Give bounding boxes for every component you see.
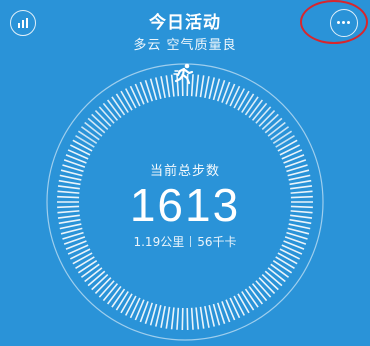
dial-tick [244,96,259,116]
dial-tick [87,270,106,287]
dial-tick [208,77,216,99]
dial-tick [129,297,141,319]
dial-tick [106,285,122,305]
dial-tick [195,307,200,330]
dial-tick [165,75,171,98]
dial-tick [248,285,264,305]
dial-tick [264,270,283,287]
dial-tick [77,259,98,274]
dial-tick [267,267,286,283]
dial-tick [237,293,250,314]
dial-tick [91,113,109,131]
total-steps-label: 当前总步数 [149,164,220,179]
dial-tick [72,139,93,152]
dial-tick [267,121,286,137]
dial-tick [84,267,103,283]
dial-tick [270,126,290,141]
dial-tick [129,85,141,107]
dial-tick [72,252,93,265]
dial-tick [84,121,103,137]
dial-tick [94,109,112,127]
dial-tick [154,305,162,327]
dial-tick [279,248,301,260]
dial-tick [190,307,194,330]
dial-tick [199,306,205,329]
dial-tick [69,144,91,156]
dial-tick [154,77,162,99]
dial-tick [102,283,119,302]
dial-tick [275,256,295,269]
dial-tick [251,102,268,121]
dial-tick [204,305,210,328]
dial-tick [69,248,91,260]
dial-tick [255,106,272,124]
dial-tick [111,96,126,116]
dial-tick [102,102,119,121]
dial-tick [241,291,255,311]
dial-tick [87,117,106,134]
step-count: 1613 [129,179,241,231]
dial-tick [248,99,264,119]
dial-tick [261,113,279,131]
dial-tick [244,288,259,308]
dial-tick [190,74,194,97]
dial-tick [258,109,276,127]
dial-tick [176,74,180,97]
dial-tick [80,263,100,278]
dial-tick [277,252,298,265]
dial-tick [261,273,279,291]
dial-tick [233,295,246,316]
dial-tick [120,90,133,111]
dial-tick [277,139,298,152]
dial-tick [279,144,301,156]
dial-tick [98,106,115,124]
dial-tick [115,291,129,311]
dial-tick [199,75,205,98]
dial-tick [91,273,109,291]
dial-tick [80,126,100,141]
dial-tick [170,74,175,97]
dial-tick [275,135,295,148]
dial-tick [160,305,166,328]
dial-tick [229,85,241,107]
dial-tick [176,307,180,330]
dial-tick [258,277,276,295]
dial-tick [251,283,268,302]
dial-tick [237,90,250,111]
dial-tick [272,130,293,145]
activity-metrics: 1.19公里 56千卡 [0,233,370,250]
dial-tick [98,280,115,298]
dial-tick [233,88,246,109]
dial-tick [75,256,95,269]
dial-tick [75,135,95,148]
dial-tick [241,93,255,113]
metrics-divider [190,236,192,247]
dial-tick [264,117,283,134]
dial-tick [165,306,171,329]
dial-tick [77,130,98,145]
dial-tick [208,305,216,327]
dial-tick [111,288,126,308]
dial-tick [115,93,129,113]
dial-tick [272,259,293,274]
dial-tick [94,277,112,295]
dial-tick [120,293,133,314]
dial-tick [106,99,122,119]
dial-tick [124,295,137,316]
dial-tick [204,76,210,99]
dial-tick [270,263,290,278]
dial-tick [255,280,272,298]
dial-tick [229,297,241,319]
dial-tick [170,307,175,330]
dial-tick [195,74,200,97]
calories-value: 56千卡 [197,235,237,249]
distance-value: 1.19公里 [133,235,185,249]
dial-tick [160,76,166,99]
dial-tick [124,88,137,109]
